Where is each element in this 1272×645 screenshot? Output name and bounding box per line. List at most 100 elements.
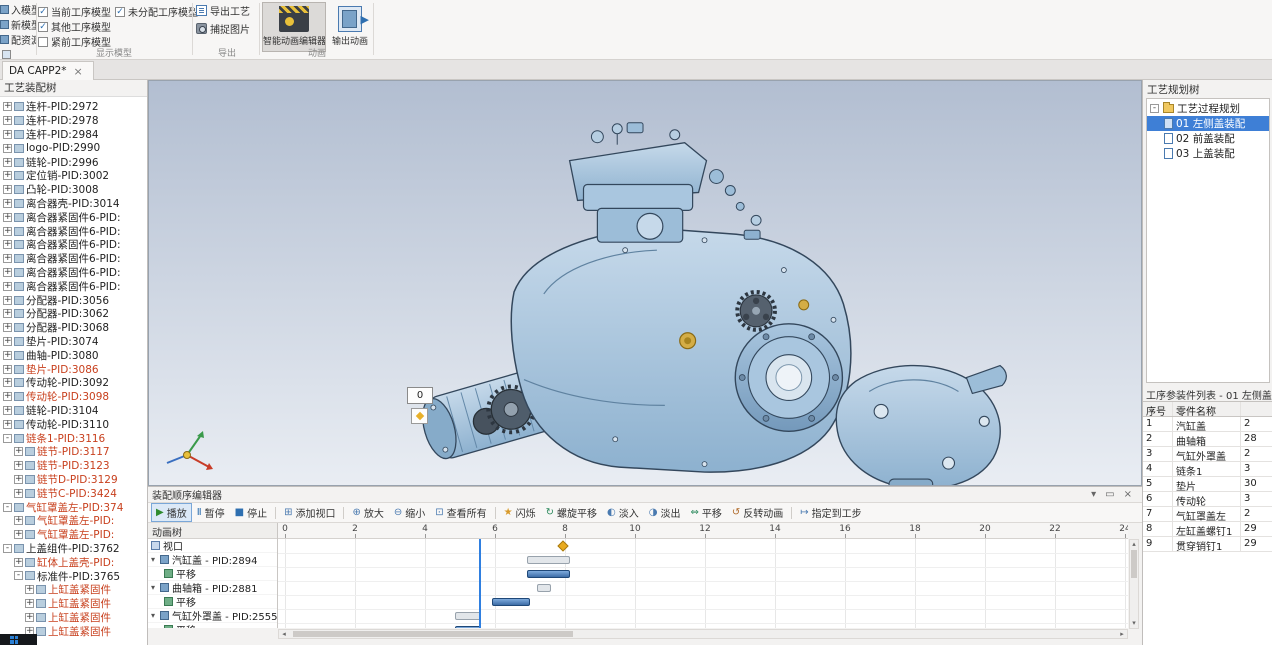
assembly-tree-item[interactable]: +上缸盖紧固件 xyxy=(0,583,147,597)
caret-down-icon[interactable]: ▾ xyxy=(151,583,160,592)
assembly-tree-item[interactable]: +上缸盖紧固件 xyxy=(0,610,147,624)
parts-table-row[interactable]: 9贯穿销钉129 xyxy=(1143,537,1272,552)
tree-expander-icon[interactable]: + xyxy=(3,337,12,346)
quick-button-1[interactable]: 入模型 xyxy=(0,2,37,17)
close-icon[interactable]: × xyxy=(1124,489,1132,500)
assembly-tree-item[interactable]: +离合器紧固件6-PID: xyxy=(0,210,147,224)
toolbar-stop-button[interactable]: ■停止 xyxy=(230,503,272,522)
assembly-tree-item[interactable]: +连杆-PID:2984 xyxy=(0,128,147,142)
tree-expander-icon[interactable]: + xyxy=(3,213,12,222)
tree-expander-icon[interactable]: + xyxy=(3,102,12,111)
tree-expander-icon[interactable]: + xyxy=(3,420,12,429)
timeline-body[interactable] xyxy=(278,539,1128,628)
assembly-tree-item[interactable]: +离合器紧固件6-PID: xyxy=(0,279,147,293)
parts-table-row[interactable]: 1汽缸盖2 xyxy=(1143,417,1272,432)
output-animation-button[interactable]: 输出动画 xyxy=(328,2,372,52)
timeline-ruler[interactable]: 024681012141618202224 xyxy=(278,523,1128,539)
checkbox-2[interactable]: ✓其他工序模型 xyxy=(38,19,111,34)
parts-table-row[interactable]: 6传动轮3 xyxy=(1143,492,1272,507)
tree-expander-icon[interactable]: + xyxy=(14,530,23,539)
smart-animation-editor-button[interactable]: 智能动画编辑器 xyxy=(262,2,326,52)
toolbar-pan-button[interactable]: ⇔平移 xyxy=(685,503,726,522)
assembly-tree-item[interactable]: +链节-PID:3123 xyxy=(0,459,147,473)
anim-tree-item[interactable]: 平移 xyxy=(148,567,277,581)
tree-expander-icon[interactable]: + xyxy=(25,613,34,622)
scroll-left-icon[interactable]: ◂ xyxy=(279,630,289,638)
toolbar-fade-in-button[interactable]: ◐淡入 xyxy=(602,503,644,522)
toolbar-zoom-out-button[interactable]: ⊖缩小 xyxy=(389,503,430,522)
tree-expander-icon[interactable]: + xyxy=(3,309,12,318)
toolbar-fade-out-button[interactable]: ◑淡出 xyxy=(644,503,686,522)
assembly-tree-item[interactable]: +分配器-PID:3056 xyxy=(0,293,147,307)
collapse-icon[interactable]: ▾ xyxy=(1091,489,1096,500)
timeline-horizontal-scrollbar[interactable]: ◂ ▸ xyxy=(278,629,1128,639)
h-scroll-thumb[interactable] xyxy=(293,631,573,637)
assembly-tree-item[interactable]: +垫片-PID:3074 xyxy=(0,335,147,349)
assembly-tree-item[interactable]: +离合器壳-PID:3014 xyxy=(0,197,147,211)
timeline-bar[interactable] xyxy=(455,612,481,620)
tree-expander-icon[interactable]: + xyxy=(14,489,23,498)
assembly-tree-item[interactable]: +链节D-PID:3129 xyxy=(0,473,147,487)
assembly-tree-item[interactable]: +连杆-PID:2978 xyxy=(0,114,147,128)
assembly-tree-item[interactable]: +链节C-PID:3424 xyxy=(0,486,147,500)
tree-expander-icon[interactable]: - xyxy=(3,503,12,512)
timeline-vertical-scrollbar[interactable]: ▴ ▾ xyxy=(1129,539,1139,629)
checkbox-box-icon[interactable]: ✓ xyxy=(38,22,48,32)
checkbox-box-icon[interactable]: ✓ xyxy=(115,7,125,17)
toolbar-fit-all-button[interactable]: ⊡查看所有 xyxy=(430,503,491,522)
tab-close-icon[interactable]: × xyxy=(74,65,83,78)
toolbar-play-button[interactable]: ▶播放 xyxy=(151,503,192,522)
assembly-tree-item[interactable]: +链节-PID:3117 xyxy=(0,445,147,459)
tree-expander-icon[interactable]: + xyxy=(3,268,12,277)
tree-expander-icon[interactable]: + xyxy=(14,558,23,567)
toolbar-zoom-in-button[interactable]: ⊕放大 xyxy=(347,503,388,522)
keyframe-marker[interactable] xyxy=(558,540,569,551)
tree-expander-icon[interactable]: + xyxy=(14,461,23,470)
anim-tree-item[interactable]: 平移 xyxy=(148,595,277,609)
scroll-down-icon[interactable]: ▾ xyxy=(1130,619,1138,628)
plan-tree-root[interactable]: -工艺过程规划 xyxy=(1147,101,1269,116)
tree-expander-icon[interactable]: + xyxy=(14,475,23,484)
parts-table-row[interactable]: 5垫片30 xyxy=(1143,477,1272,492)
tree-expander-icon[interactable]: + xyxy=(3,199,12,208)
assembly-tree-item[interactable]: +离合器紧固件6-PID: xyxy=(0,238,147,252)
assembly-tree-item[interactable]: -气缸罩盖左-PID:374 xyxy=(0,500,147,514)
tree-expander-icon[interactable]: + xyxy=(3,296,12,305)
parts-table-row[interactable]: 7气缸罩盖左2 xyxy=(1143,507,1272,522)
assembly-tree-item[interactable]: +曲轴-PID:3080 xyxy=(0,348,147,362)
timeline-playhead[interactable] xyxy=(479,539,481,628)
assembly-tree-item[interactable]: +分配器-PID:3068 xyxy=(0,321,147,335)
checkbox-4[interactable]: ✓未分配工序模型 xyxy=(115,4,198,19)
assembly-tree-item[interactable]: -链条1-PID:3116 xyxy=(0,431,147,445)
anim-tree-item[interactable]: ▾气缸外罩盖 - PID:2555 xyxy=(148,609,277,623)
assembly-tree-item[interactable]: +凸轮-PID:3008 xyxy=(0,183,147,197)
tree-expander-icon[interactable]: + xyxy=(3,254,12,263)
tree-expander-icon[interactable]: + xyxy=(3,406,12,415)
anim-tree-item[interactable]: 平移 xyxy=(148,623,277,628)
v-scroll-thumb[interactable] xyxy=(1131,550,1137,578)
tree-expander-icon[interactable]: - xyxy=(1150,104,1159,113)
assembly-tree-item[interactable]: -上盖组件-PID:3762 xyxy=(0,542,147,556)
assembly-tree-item[interactable]: +传动轮-PID:3092 xyxy=(0,376,147,390)
parts-table-row[interactable]: 2曲轴箱28 xyxy=(1143,432,1272,447)
checkbox-box-icon[interactable]: ✓ xyxy=(38,7,48,17)
assembly-tree-item[interactable]: +气缸罩盖左-PID: xyxy=(0,514,147,528)
plan-item-2[interactable]: 02 前盖装配 xyxy=(1147,131,1269,146)
quick-button-3[interactable]: 配资源 xyxy=(0,32,37,47)
timeline-bar[interactable] xyxy=(527,570,571,578)
assembly-tree-item[interactable]: +传动轮-PID:3110 xyxy=(0,417,147,431)
tree-expander-icon[interactable]: - xyxy=(3,544,12,553)
timeline-bar[interactable] xyxy=(455,626,481,628)
tree-expander-icon[interactable]: + xyxy=(3,171,12,180)
toolbar-blink-button[interactable]: ★闪烁 xyxy=(499,503,541,522)
tree-expander-icon[interactable]: + xyxy=(14,516,23,525)
assembly-tree-item[interactable]: +logo-PID:2990 xyxy=(0,141,147,155)
toolbar-add-viewport-button[interactable]: ⊞添加视口 xyxy=(279,503,340,522)
assembly-tree-item[interactable]: +离合器紧固件6-PID: xyxy=(0,224,147,238)
quick-button-2[interactable]: 新模型 xyxy=(0,17,37,32)
tab-da-capp2[interactable]: DA CAPP2* × xyxy=(2,61,94,80)
tree-expander-icon[interactable]: + xyxy=(3,351,12,360)
caret-down-icon[interactable]: ▾ xyxy=(151,555,160,564)
assembly-tree-item[interactable]: +缸体上盖壳-PID: xyxy=(0,555,147,569)
anim-tree-item[interactable]: 视口 xyxy=(148,539,277,553)
